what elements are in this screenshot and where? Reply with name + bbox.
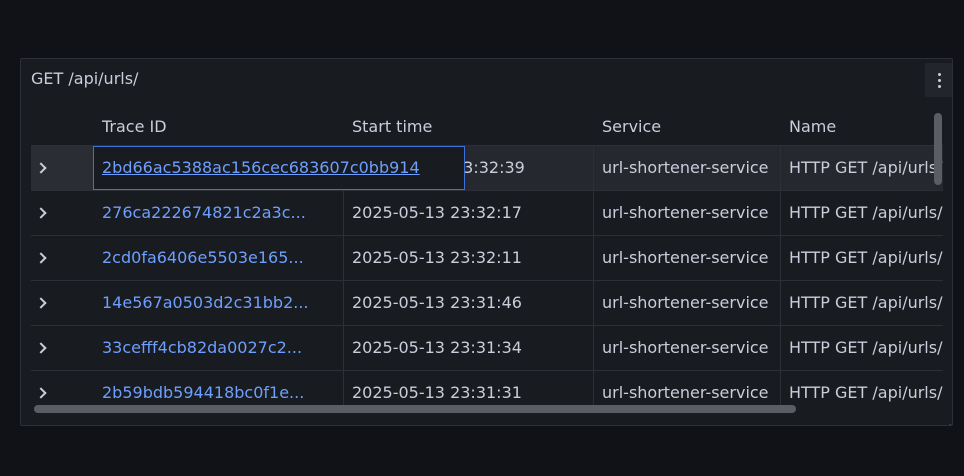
table-row[interactable]: 276ca222674821c2a3c... 2025-05-13 23:32:… [31, 190, 943, 235]
chevron-right-icon [35, 252, 47, 264]
trace-id-cell: 33cefff4cb82da0027c2... [93, 326, 343, 370]
trace-id-cell: 2cd0fa6406e5503e165... [93, 236, 343, 280]
row-expand-button[interactable] [31, 146, 93, 190]
resize-handle-icon[interactable] [939, 413, 951, 425]
name-cell: HTTP GET /api/urls/ [780, 371, 943, 412]
chevron-right-icon [35, 342, 47, 354]
name-cell: HTTP GET /api/urls/ [780, 326, 943, 370]
panel-menu-button[interactable] [925, 63, 952, 97]
vertical-scrollbar[interactable] [934, 113, 942, 185]
table-header: Trace ID Start time Service Name [31, 109, 943, 145]
service-cell: url-shortener-service [593, 146, 780, 190]
trace-id-link[interactable]: 2cd0fa6406e5503e165... [102, 248, 304, 267]
column-header-name[interactable]: Name [789, 109, 836, 145]
start-time-cell: 2025-05-13 23:32:11 [343, 236, 593, 280]
name-cell: HTTP GET /api/urls/ [780, 281, 943, 325]
column-header-trace-id[interactable]: Trace ID [102, 109, 167, 145]
chevron-right-icon [35, 297, 47, 309]
chevron-right-icon [35, 207, 47, 219]
table-row[interactable]: 2cd0fa6406e5503e165... 2025-05-13 23:32:… [31, 235, 943, 280]
start-time-cell: 2025-05-13 23:32:17 [343, 191, 593, 235]
service-cell: url-shortener-service [593, 281, 780, 325]
table-row[interactable]: 33cefff4cb82da0027c2... 2025-05-13 23:31… [31, 325, 943, 370]
trace-id-cell: 276ca222674821c2a3c... [93, 191, 343, 235]
panel-title: GET /api/urls/ [31, 69, 139, 88]
name-cell: HTTP GET /api/urls/ [780, 236, 943, 280]
table-row[interactable]: 14e567a0503d2c31bb2... 2025-05-13 23:31:… [31, 280, 943, 325]
trace-id-cell: 14e567a0503d2c31bb2... [93, 281, 343, 325]
service-cell: url-shortener-service [593, 236, 780, 280]
trace-id-link[interactable]: 2bd66ac5388ac156cec683607c0bb914 [102, 158, 420, 177]
trace-id-link[interactable]: 33cefff4cb82da0027c2... [102, 338, 302, 357]
table-row[interactable]: 23:32:39 url-shortener-service HTTP GET … [31, 145, 943, 190]
trace-id-link[interactable]: 276ca222674821c2a3c... [102, 203, 306, 222]
row-expand-button[interactable] [31, 281, 93, 325]
row-expand-button[interactable] [31, 191, 93, 235]
kebab-menu-icon [937, 72, 941, 88]
service-cell: url-shortener-service [593, 326, 780, 370]
chevron-right-icon [35, 162, 47, 174]
row-expand-button[interactable] [31, 236, 93, 280]
traces-table: Trace ID Start time Service Name 23:32:3… [31, 109, 943, 412]
trace-id-cell-expanded: 2bd66ac5388ac156cec683607c0bb914 [93, 146, 465, 190]
trace-id-link[interactable]: 14e567a0503d2c31bb2... [102, 293, 309, 312]
chevron-right-icon [35, 387, 47, 399]
column-header-service[interactable]: Service [602, 109, 661, 145]
row-expand-button[interactable] [31, 326, 93, 370]
horizontal-scrollbar[interactable] [34, 405, 796, 413]
traces-panel: GET /api/urls/ Trace ID Start time Servi… [20, 58, 953, 426]
start-time-cell: 2025-05-13 23:31:34 [343, 326, 593, 370]
name-cell: HTTP GET /api/urls/ [780, 146, 943, 190]
column-header-start-time[interactable]: Start time [352, 109, 432, 145]
start-time-cell: 2025-05-13 23:31:46 [343, 281, 593, 325]
name-cell: HTTP GET /api/urls/ [780, 191, 943, 235]
trace-id-link[interactable]: 2b59bdb594418bc0f1e... [102, 383, 304, 402]
service-cell: url-shortener-service [593, 191, 780, 235]
